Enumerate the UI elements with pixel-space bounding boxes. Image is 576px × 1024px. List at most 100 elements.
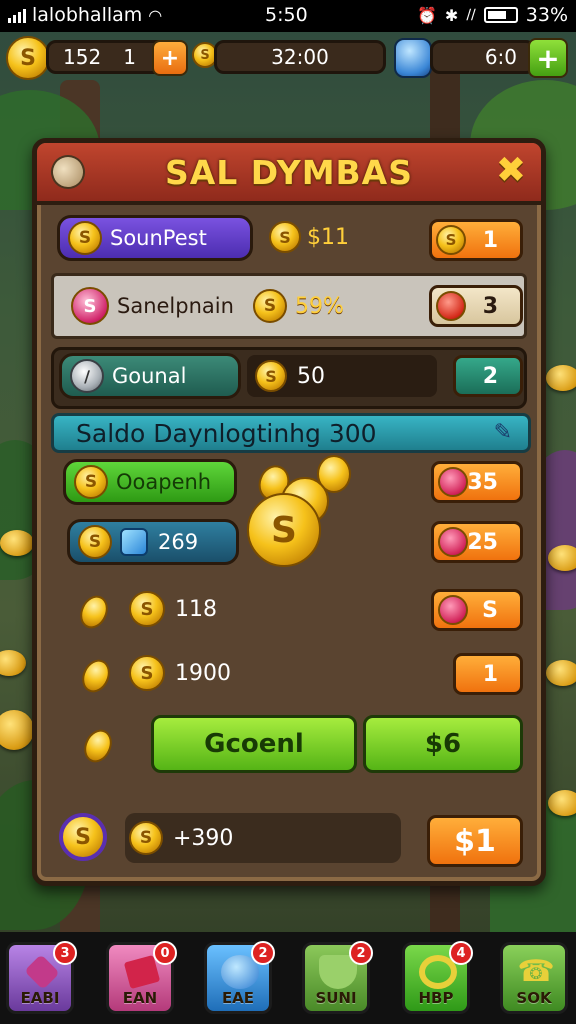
timer-counter: 32:00 — [214, 40, 386, 74]
coin-icon: S — [255, 360, 287, 392]
coin-icon: S — [129, 821, 163, 855]
offer-price-text: $11 — [307, 224, 349, 250]
offer-amount-text: 50 — [297, 363, 325, 389]
reward-amount-1900: S 1900 — [129, 655, 231, 691]
notification-badge: 2 — [251, 941, 275, 965]
ruby-icon — [438, 467, 468, 497]
red-gem-icon — [436, 291, 466, 321]
nav-label: EABI — [20, 989, 60, 1007]
price-button-6[interactable]: $6 — [363, 715, 523, 773]
nav-label: HBP — [418, 989, 454, 1007]
reward-amount-118: S 118 — [129, 591, 217, 627]
carrier-name: lalobhallam — [32, 4, 143, 26]
offer-percent-text: 59% — [295, 293, 344, 319]
gem-counter: 6:0 — [430, 40, 536, 74]
coin-icon: S — [269, 221, 301, 253]
offer-label-ooapenh[interactable]: S Ooapenh — [63, 459, 237, 505]
offer-label-text: Gounal — [112, 364, 187, 388]
buy-button-3[interactable]: 2 — [453, 355, 523, 397]
buy-button-value: 1 — [482, 661, 498, 687]
battery-percent: 33% — [525, 4, 568, 26]
offer-price: S $11 — [269, 221, 349, 253]
buy-button-value: 2 — [482, 363, 498, 389]
offer-label-sounpest[interactable]: S SounPest — [57, 215, 253, 261]
buy-button-6[interactable]: S — [431, 589, 523, 631]
timer-value: 32:00 — [271, 45, 329, 69]
coin-icon: S — [436, 225, 466, 255]
purchase-button-label: $1 — [454, 823, 496, 859]
nav-label: EAE — [221, 989, 255, 1007]
notification-badge: 4 — [449, 941, 473, 965]
buy-button-7[interactable]: 1 — [453, 653, 523, 695]
add-gems-button[interactable]: + — [528, 38, 568, 78]
purchase-button[interactable]: $1 — [427, 815, 523, 867]
coin-icon: S — [78, 525, 112, 559]
coin-icon: S — [253, 289, 287, 323]
price-button-label: $6 — [424, 729, 462, 759]
ruby-icon — [438, 595, 468, 625]
nav-label: SOK — [516, 989, 552, 1007]
nav-tab-suni[interactable]: SUNI 2 — [302, 941, 373, 1014]
nav-tab-sok[interactable]: ☎ SOK — [500, 942, 568, 1014]
notification-badge: 2 — [349, 941, 373, 965]
buy-button-value: 25 — [467, 529, 498, 555]
nav-tab-eabi[interactable]: EABI 3 — [6, 941, 77, 1014]
add-coins-button[interactable]: + — [152, 40, 188, 76]
plus-icon: + — [536, 41, 560, 75]
resource-bar: S 152 1 + S 32:00 6:0 + — [0, 34, 576, 80]
offer-label-text: Ooapenh — [116, 470, 212, 494]
shop-panel: SAL DYMBAS ✖ S SounPest S $11 S 1 S Sane… — [32, 138, 546, 886]
offer-gem-text: 269 — [158, 530, 199, 554]
coin-icon — [75, 591, 113, 633]
nav-label: SUNI — [315, 989, 357, 1007]
offer-label-sanelpnain[interactable]: S Sanelpnain — [63, 283, 253, 329]
clock: 5:50 — [265, 4, 308, 26]
battery-icon — [483, 7, 518, 23]
phone-icon: ☎ — [517, 954, 555, 989]
offer-amount-field: S 50 — [247, 355, 437, 397]
ruby-icon — [438, 527, 468, 557]
gem-chest-icon — [394, 38, 432, 78]
gem-amount: 6:0 — [484, 45, 517, 69]
buy-button-4[interactable]: 35 — [431, 461, 523, 503]
bluetooth-icon: ✱ — [444, 5, 459, 25]
panel-title: SAL DYMBAS — [164, 153, 413, 192]
coin-icon — [77, 655, 115, 697]
gcoenl-button-label: Gcoenl — [204, 729, 304, 759]
notification-badge: 0 — [153, 941, 177, 965]
nav-tab-ean[interactable]: EAN 0 — [106, 941, 177, 1014]
alarm-icon: ⏰ — [417, 5, 437, 25]
buy-button-1[interactable]: S 1 — [429, 219, 523, 261]
footer-amount-text: +390 — [173, 825, 234, 851]
buy-button-2[interactable]: 3 — [429, 285, 523, 327]
offer-label-text: Sanelpnain — [117, 294, 234, 318]
banner-text: Saldo Daynlogtinhg 300 — [76, 419, 377, 448]
buy-button-value: 35 — [467, 469, 498, 495]
coin-amount: 152 — [63, 45, 102, 69]
coin-icon: S — [129, 591, 165, 627]
pencil-icon[interactable]: ✎ — [494, 420, 512, 445]
offer-gem-amount[interactable]: S 269 — [67, 519, 239, 565]
close-button[interactable]: ✖ — [491, 151, 531, 191]
coin-icon: S — [6, 36, 50, 80]
reward-amount-text: 118 — [175, 596, 217, 622]
status-bar: lalobhallam ◠ 5:50 ⏰ ✱ ∕∕ 33% — [0, 0, 576, 32]
nav-tab-hbp[interactable]: HBP 4 — [402, 941, 473, 1014]
plus-icon: + — [160, 45, 180, 71]
buy-button-value: 3 — [482, 293, 498, 319]
buy-button-5[interactable]: 25 — [431, 521, 523, 563]
offer-label-text: SounPest — [110, 226, 207, 250]
nav-tab-eae[interactable]: EAE 2 — [204, 941, 275, 1014]
coin-level: 1 — [123, 45, 136, 69]
gcoenl-button[interactable]: Gcoenl — [151, 715, 357, 773]
bottom-nav — [0, 932, 576, 1024]
offer-label-gounal[interactable]: ∕ Gounal — [59, 353, 241, 399]
silver-coin-icon: ∕ — [70, 359, 104, 393]
buy-button-value: S — [482, 597, 498, 623]
blue-gem-icon — [120, 528, 148, 556]
coin-icon — [79, 725, 117, 767]
signal-icon — [8, 7, 26, 23]
nav-label: EAN — [122, 989, 158, 1007]
buy-button-value: 1 — [482, 227, 498, 253]
coin-icon: S — [68, 221, 102, 255]
